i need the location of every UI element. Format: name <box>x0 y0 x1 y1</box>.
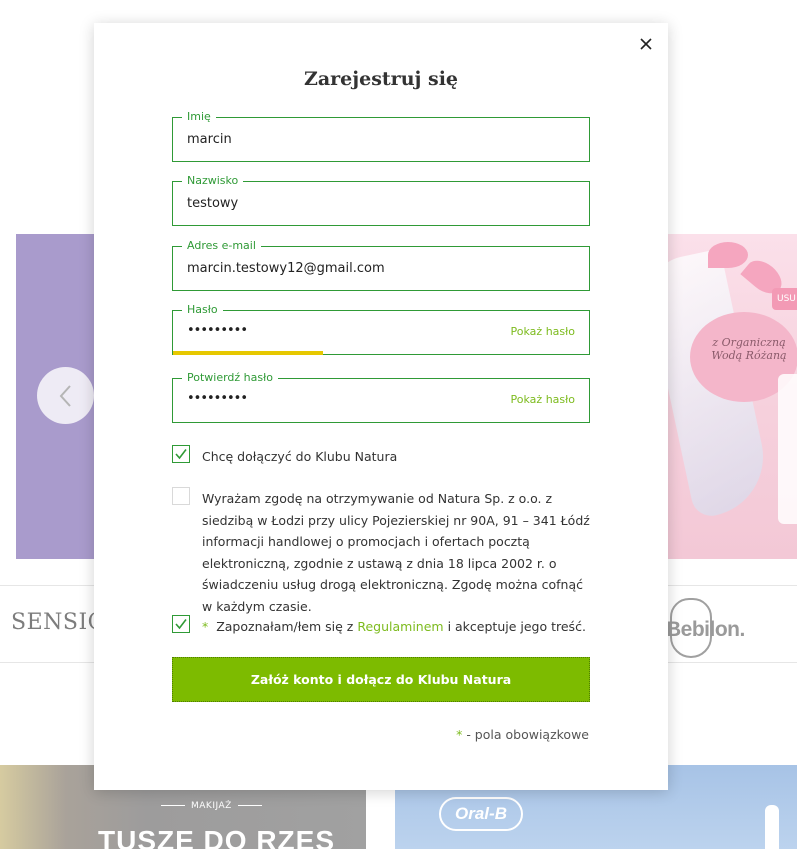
required-star: * <box>202 619 209 634</box>
confirm-password-field[interactable]: Potwierdź hasło ••••••••• Pokaż hasło <box>172 371 590 423</box>
confirm-password-label: Potwierdź hasło <box>182 371 278 385</box>
close-icon <box>640 38 652 50</box>
toothbrush-graphic <box>765 805 779 849</box>
email-label: Adres e-mail <box>182 239 261 253</box>
password-label: Hasło <box>182 303 223 317</box>
password-field[interactable]: Hasło ••••••••• Pokaż hasło <box>172 303 590 355</box>
email-field[interactable]: Adres e-mail marcin.testowy12@gmail.com <box>172 239 590 291</box>
terms-text-after: i akceptuje jego treść. <box>447 619 586 634</box>
terms-link[interactable]: Regulaminem <box>357 619 443 634</box>
first-name-label: Imię <box>182 110 216 124</box>
password-masked-value: ••••••••• <box>187 323 248 338</box>
required-star: * <box>456 727 463 742</box>
terms-text-before: Zapoznałam/łem się z <box>216 619 354 634</box>
brand-logo-oralb: Oral-B <box>439 797 523 831</box>
last-name-field[interactable]: Nazwisko testowy <box>172 174 590 226</box>
password-strength-bar <box>173 351 323 355</box>
chevron-left-icon <box>59 384 71 407</box>
marketing-consent-row: Wyrażam zgodę na otrzymywanie od Natura … <box>172 487 590 614</box>
terms-consent-label: * Zapoznałam/łem się z Regulaminem i akc… <box>202 616 586 638</box>
banner-text: z Organiczną Wodą Różaną <box>711 336 787 362</box>
check-icon <box>175 619 187 630</box>
terms-consent-row: * Zapoznałam/łem się z Regulaminem i akc… <box>172 615 590 637</box>
tile-tag: MAKIJAŻ <box>155 801 268 811</box>
club-consent-row: Chcę dołączyć do Klubu Natura <box>172 445 590 467</box>
check-icon <box>175 449 187 460</box>
marketing-consent-checkbox[interactable] <box>172 487 190 505</box>
show-password-toggle[interactable]: Pokaż hasło <box>511 325 575 338</box>
product-bottle <box>778 374 797 524</box>
promo-banner-right[interactable]: z Organiczną Wodą Różaną USU <box>668 234 797 559</box>
email-value: marcin.testowy12@gmail.com <box>187 261 385 276</box>
marketing-consent-label: Wyrażam zgodę na otrzymywanie od Natura … <box>202 491 590 614</box>
register-modal: Zarejestruj się Imię marcin Nazwisko tes… <box>94 23 668 790</box>
petal-graphic <box>708 242 748 268</box>
first-name-value: marcin <box>187 132 232 147</box>
brand-logo-text: Bebilon. <box>666 618 745 641</box>
last-name-value: testowy <box>187 196 239 211</box>
show-confirm-password-toggle[interactable]: Pokaż hasło <box>511 393 575 406</box>
carousel-prev-button[interactable] <box>37 367 94 424</box>
club-consent-label: Chcę dołączyć do Klubu Natura <box>202 449 398 464</box>
banner-badge: USU <box>772 288 797 310</box>
required-fields-note: * - pola obowiązkowe <box>94 727 589 742</box>
club-consent-checkbox[interactable] <box>172 445 190 463</box>
first-name-field[interactable]: Imię marcin <box>172 110 590 162</box>
confirm-password-masked-value: ••••••••• <box>187 391 248 406</box>
close-button[interactable] <box>638 36 654 52</box>
tile-heading: TUSZE DO RZĘS <box>98 825 336 849</box>
brand-logo-bebilon[interactable]: Bebilon. <box>666 598 766 662</box>
submit-button[interactable]: Załóż konto i dołącz do Klubu Natura <box>172 657 590 702</box>
terms-consent-checkbox[interactable] <box>172 615 190 633</box>
last-name-label: Nazwisko <box>182 174 244 188</box>
required-note-text: - pola obowiązkowe <box>466 727 589 742</box>
modal-title: Zarejestruj się <box>303 68 459 90</box>
